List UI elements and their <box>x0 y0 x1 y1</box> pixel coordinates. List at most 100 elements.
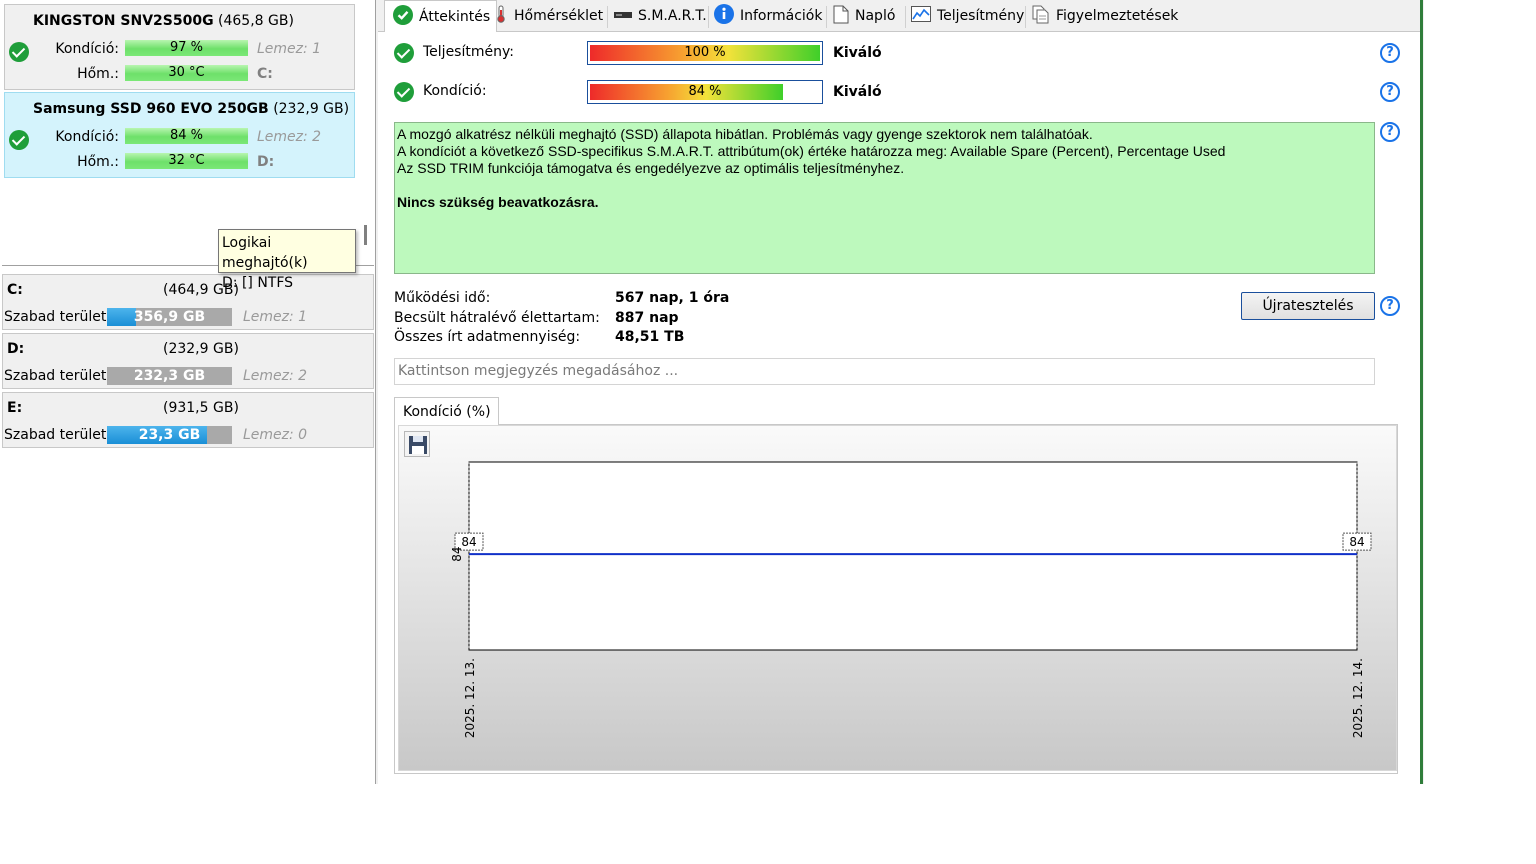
ok-check-icon <box>394 82 414 102</box>
chart-panel: 84 84 84 2025. 12. 13. 2025. 12. 14. <box>394 424 1398 774</box>
tab-smart[interactable]: S.M.A.R.T. <box>614 2 707 30</box>
performance-row: Teljesítmény: 100 % Kiváló <box>394 41 1394 65</box>
alerts-icon <box>1032 5 1050 28</box>
volume-capacity: (232,9 GB) <box>163 341 239 357</box>
tab-label: Áttekintés <box>419 8 491 25</box>
window-edge <box>1420 0 1423 784</box>
tab-bar: Áttekintés Hőmérséklet S.M.A.R.T. Inform… <box>378 0 1420 32</box>
health-bar: 97 % <box>125 40 248 56</box>
tooltip-line-1: Logikai meghajtó(k) <box>222 235 308 271</box>
message-action: Nincs szükség beavatkozásra. <box>397 194 599 210</box>
check-circle-icon <box>393 4 413 29</box>
tab-separator <box>1025 6 1026 28</box>
tab-label: Információk <box>740 8 823 24</box>
volume-card-d[interactable]: D: (232,9 GB) Szabad terület 232,3 GB Le… <box>2 333 374 389</box>
free-space-value: 232,3 GB <box>133 368 206 384</box>
volume-card-e[interactable]: E: (931,5 GB) Szabad terület 23,3 GB Lem… <box>2 392 374 448</box>
volume-letter: D: <box>7 341 25 357</box>
disk-number: Lemez: 0 <box>243 427 308 443</box>
free-space-label: Szabad terület <box>4 309 107 325</box>
chart-background: 84 84 84 2025. 12. 13. 2025. 12. 14. <box>398 425 1397 771</box>
health-row: Kondíció: 84 % Kiváló <box>394 80 1394 104</box>
volume-letter: E: <box>7 400 23 416</box>
overview-content: Teljesítmény: 100 % Kiváló ? Kondíció: 8… <box>378 31 1420 784</box>
info-icon <box>714 4 734 28</box>
temp-bar: 32 °C <box>125 153 248 169</box>
disk-capacity: (232,9 GB) <box>273 101 350 117</box>
total-written-value: 48,51 TB <box>615 329 685 345</box>
free-space-label: Szabad terület <box>4 427 107 443</box>
x-tick-label: 2025. 12. 14. <box>1351 658 1365 738</box>
disk-number: Lemez: 2 <box>257 129 322 145</box>
tab-separator <box>905 6 906 28</box>
tab-label: Teljesítmény <box>937 8 1025 24</box>
disk-title: Samsung SSD 960 EVO 250GB (232,9 GB) <box>33 101 349 117</box>
health-label: Kondíció: <box>55 41 119 57</box>
message-line: A kondíciót a következő SSD-specifikus S… <box>397 143 1226 159</box>
performance-grade: Kiváló <box>833 45 882 61</box>
disk-number: Lemez: 2 <box>243 368 308 384</box>
tab-log[interactable]: Napló <box>833 2 895 30</box>
retest-button[interactable]: Újratesztelés <box>1241 292 1375 320</box>
tab-information[interactable]: Információk <box>714 2 822 30</box>
right-panel: Áttekintés Hőmérséklet S.M.A.R.T. Inform… <box>378 0 1420 784</box>
left-panel: KINGSTON SNV2S500G (465,8 GB) Kondíció: … <box>0 0 376 784</box>
health-grade: Kiváló <box>833 84 882 100</box>
free-space-label: Szabad terület <box>4 368 107 384</box>
disk-name: Samsung SSD 960 EVO 250GB <box>33 101 269 117</box>
disk-list: KINGSTON SNV2S500G (465,8 GB) Kondíció: … <box>2 0 374 266</box>
tab-label: Figyelmeztetések <box>1056 8 1179 24</box>
drive-icon <box>614 8 632 24</box>
tab-overview[interactable]: Áttekintés <box>384 0 498 32</box>
tab-alerts[interactable]: Figyelmeztetések <box>1032 2 1178 30</box>
x-tick-label: 2025. 12. 13. <box>463 658 477 738</box>
help-health-icon[interactable]: ? <box>1380 82 1400 102</box>
performance-bar: 100 % <box>587 41 823 65</box>
tab-label: S.M.A.R.T. <box>638 8 707 24</box>
help-message-icon[interactable]: ? <box>1380 122 1400 142</box>
health-bar: 84 % <box>125 128 248 144</box>
free-space-value: 23,3 GB <box>138 427 201 443</box>
tab-temperature[interactable]: Hőmérséklet <box>494 2 603 30</box>
tab-performance[interactable]: Teljesítmény <box>911 2 1024 30</box>
health-bar: 84 % <box>587 80 823 104</box>
plot-area <box>468 461 1358 651</box>
free-space-bar: 232,3 GB <box>107 367 232 385</box>
tab-label: Napló <box>855 8 896 24</box>
health-label: Kondíció: <box>423 83 487 99</box>
disk-card-kingston[interactable]: KINGSTON SNV2S500G (465,8 GB) Kondíció: … <box>4 4 355 90</box>
free-space-bar: 23,3 GB <box>107 426 232 444</box>
drive-letter: D: <box>257 154 275 170</box>
tooltip-line-2: D: [] NTFS <box>222 275 294 291</box>
y-tick-label: 84 <box>450 546 464 561</box>
note-input[interactable]: Kattintson megjegyzés megadásához ... <box>394 358 1375 385</box>
uptime-label: Működési idő: <box>394 290 491 306</box>
tab-separator <box>708 6 709 28</box>
disk-name: KINGSTON SNV2S500G <box>33 13 214 29</box>
temp-bar: 30 °C <box>125 65 248 81</box>
disk-list-scrollbar[interactable] <box>364 225 367 245</box>
health-label: Kondíció: <box>55 129 119 145</box>
total-written-label: Összes írt adatmennyiség: <box>394 329 581 345</box>
tab-separator <box>826 6 827 28</box>
help-retest-icon[interactable]: ? <box>1380 296 1400 316</box>
app-window: KINGSTON SNV2S500G (465,8 GB) Kondíció: … <box>0 0 1424 784</box>
volume-capacity: (931,5 GB) <box>163 400 239 416</box>
temp-label: Hőm.: <box>77 154 119 170</box>
temp-label: Hőm.: <box>77 66 119 82</box>
free-space-bar: 356,9 GB <box>107 308 232 326</box>
remaining-life-label: Becsült hátralévő élettartam: <box>394 310 600 326</box>
tab-separator <box>607 6 608 28</box>
drive-letter: C: <box>257 66 273 82</box>
data-label: 84 <box>1349 535 1364 549</box>
disk-card-samsung[interactable]: Samsung SSD 960 EVO 250GB (232,9 GB) Kon… <box>4 92 355 178</box>
disk-capacity: (465,8 GB) <box>218 13 294 29</box>
health-value: 84 % <box>688 84 722 99</box>
disk-number: Lemez: 1 <box>257 41 322 57</box>
free-space-value: 356,9 GB <box>133 309 206 325</box>
help-performance-icon[interactable]: ? <box>1380 43 1400 63</box>
performance-value: 100 % <box>684 45 726 60</box>
remaining-life-value: 887 nap <box>615 310 679 326</box>
chart-tab-health[interactable]: Kondíció (%) <box>394 397 499 425</box>
document-icon <box>833 5 849 28</box>
